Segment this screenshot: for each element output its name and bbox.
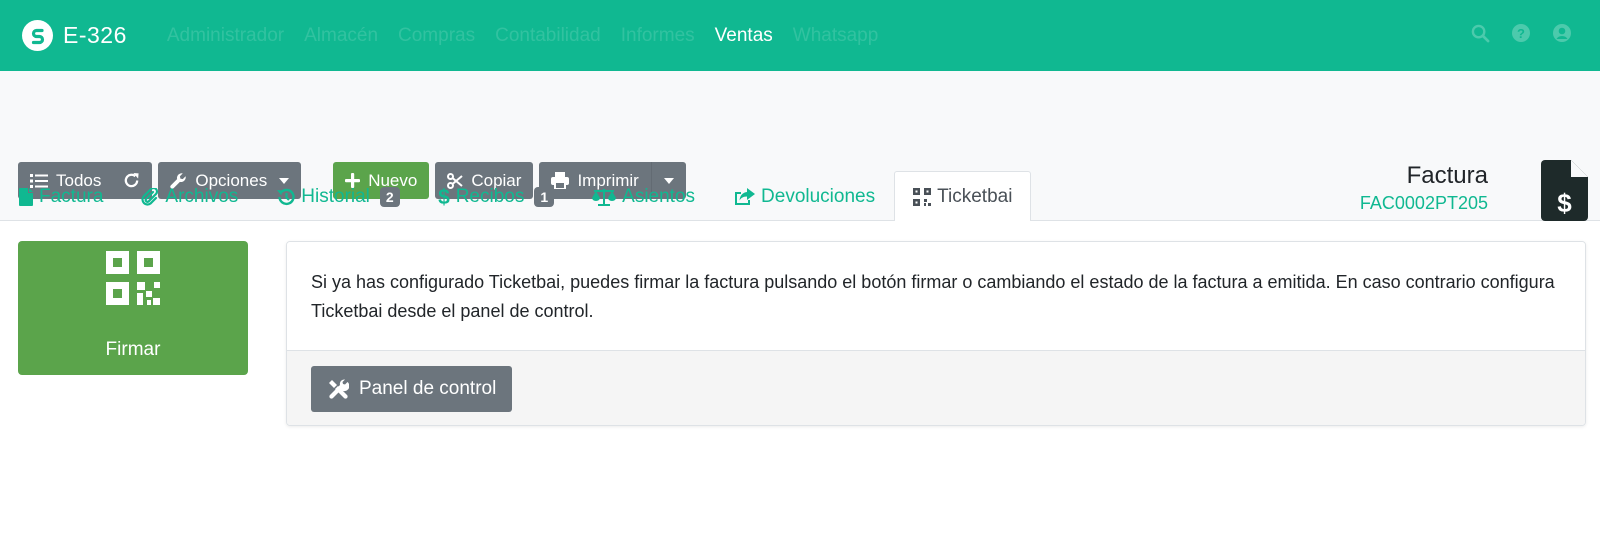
facturascripts-logo (22, 20, 53, 51)
file-icon (19, 187, 33, 206)
panel-de-control-label: Panel de control (359, 378, 497, 399)
document-type: Factura (1406, 162, 1488, 189)
nav-item-ventas[interactable]: Ventas (705, 25, 783, 47)
panel-footer: Panel de control (287, 350, 1585, 425)
search-icon[interactable] (1470, 23, 1490, 43)
tab-label: Historial (301, 185, 370, 207)
app-name: E-326 (63, 22, 127, 48)
recibos-count-badge: 1 (534, 186, 555, 207)
dollar-icon: $ (438, 187, 450, 207)
nav-item-almacen[interactable]: Almacén (294, 25, 388, 47)
tab-label: Devoluciones (761, 185, 876, 207)
svg-text:$: $ (438, 187, 450, 207)
tab-recibos[interactable]: $ Recibos 1 (419, 171, 573, 221)
firmar-label: Firmar (105, 339, 161, 360)
tab-ticketbai[interactable]: Ticketbai (894, 171, 1032, 221)
nav-item-informes[interactable]: Informes (611, 25, 705, 47)
tab-asientos[interactable]: Asientos (573, 171, 714, 221)
top-navbar: E-326 Administrador Almacén Compras Cont… (0, 0, 1600, 71)
panel-de-control-button[interactable]: Panel de control (311, 366, 513, 412)
tab-label: Factura (39, 185, 104, 207)
firmar-button[interactable]: Firmar (18, 241, 248, 375)
document-code[interactable]: FAC0002PT205 (1360, 193, 1488, 214)
brand[interactable]: E-326 (22, 20, 127, 51)
svg-text:$: $ (1557, 188, 1572, 218)
document-header: Factura FAC0002PT205 (1360, 162, 1488, 214)
paperclip-icon (141, 187, 159, 206)
qrcode-icon (913, 187, 932, 206)
tab-historial[interactable]: Historial 2 (257, 171, 418, 221)
history-icon (277, 188, 295, 205)
tab-archivos[interactable]: Archivos (122, 171, 257, 221)
nav-item-compras[interactable]: Compras (388, 25, 485, 47)
tools-icon (329, 379, 349, 399)
user-icon[interactable] (1552, 23, 1572, 43)
nav-item-administrador[interactable]: Administrador (157, 25, 294, 47)
tab-content: Firmar Si ya has configurado Ticketbai, … (0, 221, 1600, 533)
balance-scale-icon (592, 188, 617, 206)
nav-item-whatsapp[interactable]: Whatsapp (783, 25, 889, 47)
toolbar-area: Todos Opciones Nuevo Copiar Imprimir Fac… (0, 71, 1600, 221)
file-invoice-dollar-icon: $ (1541, 160, 1588, 221)
tab-label: Archivos (165, 185, 239, 207)
tab-factura[interactable]: Factura (0, 171, 122, 221)
help-icon[interactable]: ? (1511, 23, 1531, 43)
tab-bar: Factura Archivos Historial 2 $ Recibos 1… (0, 171, 1032, 221)
info-text: Si ya has configurado Ticketbai, puedes … (287, 242, 1585, 350)
tab-label: Asientos (622, 185, 696, 207)
ticketbai-info-panel: Si ya has configurado Ticketbai, puedes … (286, 241, 1586, 426)
share-square-icon (735, 187, 756, 205)
main-menu: Administrador Almacén Compras Contabilid… (157, 25, 888, 47)
qrcode-icon (106, 251, 160, 305)
nav-item-contabilidad[interactable]: Contabilidad (485, 25, 611, 47)
tab-devoluciones[interactable]: Devoluciones (714, 171, 894, 221)
historial-count-badge: 2 (379, 186, 400, 207)
svg-text:?: ? (1517, 26, 1525, 41)
tab-label: Recibos (455, 185, 525, 207)
tab-label: Ticketbai (937, 185, 1013, 207)
